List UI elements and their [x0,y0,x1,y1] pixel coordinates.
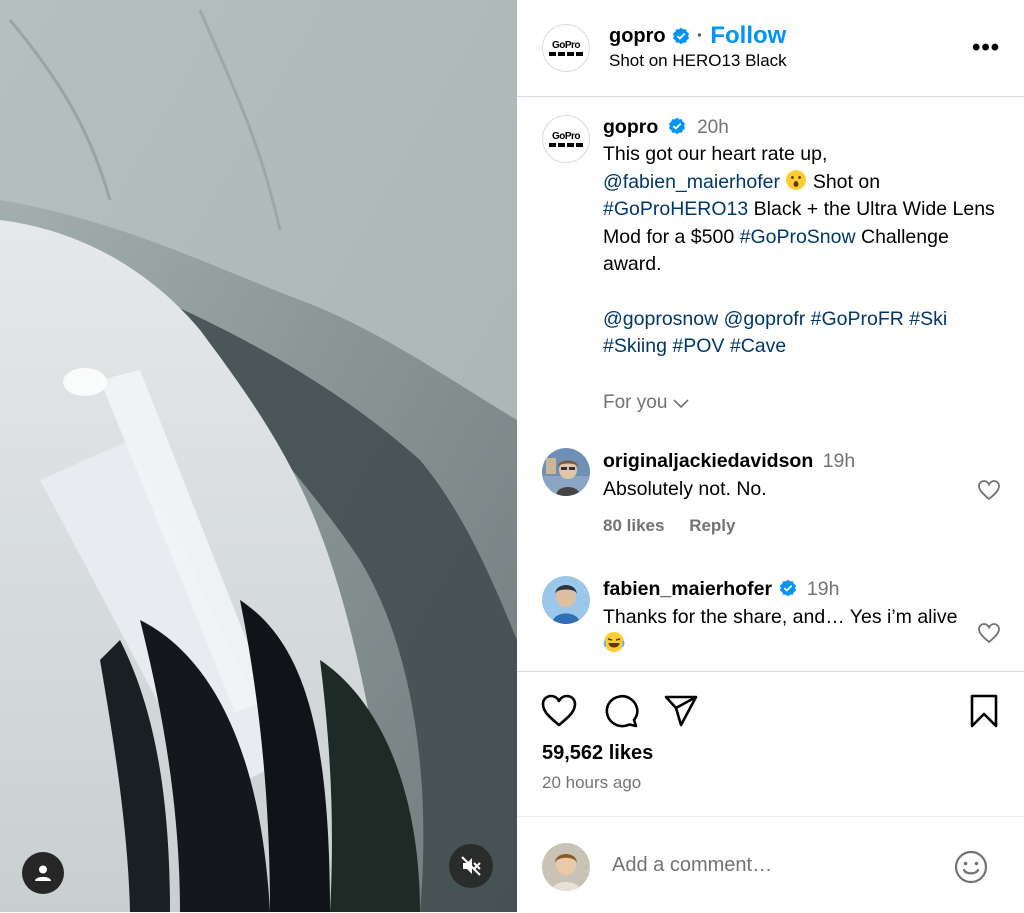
verified-badge-icon [672,27,689,45]
post-sidebar: GoPro gopro · Follow Shot on HERO13 Blac… [517,0,1024,912]
avatar-photo [542,843,590,891]
caption-text: This got our heart rate up, [603,143,828,166]
hashtag-link[interactable]: #GoProHERO13 [603,198,748,220]
like-count[interactable]: 59,562 likes [542,742,653,765]
avatar-photo [542,448,590,496]
hashtag-link[interactable]: #Cave [730,335,786,357]
comment-like-heart-icon[interactable] [977,479,1001,501]
post-header: GoPro gopro · Follow Shot on HERO13 Blac… [517,0,1024,97]
follow-button[interactable]: Follow [710,22,786,50]
hashtag-link[interactable]: #GoProSnow [740,226,856,248]
author-avatar[interactable]: GoPro [542,24,590,72]
chevron-down-icon [673,399,689,409]
user-icon [35,865,51,881]
caption-username[interactable]: gopro [603,116,658,138]
comment-text: Absolutely not. No. [603,477,767,500]
mention-link[interactable]: @goprosnow [603,308,718,330]
ice-cave-video-frame [0,0,517,912]
gopro-logo-bar [549,51,583,56]
comment-sort-label: For you [603,392,668,413]
hashtag-link[interactable]: #Ski [909,308,947,330]
comment-time[interactable]: 19h [807,578,840,600]
laughing-emoji-icon [603,632,625,652]
comment-likes[interactable]: 80 likes [603,516,664,535]
post-actions-divider [517,671,1024,672]
header-user-row: gopro · Follow [609,22,786,50]
caption-text: Shot on [812,170,881,193]
separator-dot: · [696,24,704,47]
gopro-logo: GoPro [551,39,581,51]
hashtag-link[interactable]: #GoProFR [811,308,904,330]
gopro-logo-bar [549,142,583,147]
post-media-video[interactable] [0,0,517,912]
like-heart-icon[interactable] [540,692,578,730]
author-username[interactable]: gopro [609,25,666,48]
hashtag-link[interactable]: #Skiing [603,335,667,357]
avatar-photo [542,576,590,624]
mute-icon [461,856,481,876]
comment-composer [517,816,1024,913]
mute-button[interactable] [449,844,493,888]
comment-text: Thanks for the share, and… Yes i’m alive [603,605,958,628]
comment-like-heart-icon[interactable] [977,622,1001,644]
add-comment-input[interactable] [610,853,944,878]
comment-body: originaljackiedavidson 19h Absolutely no… [603,448,963,503]
post-caption: gopro 20h This got our heart rate up, @f… [603,114,1003,361]
verified-badge-icon [780,579,797,597]
comment-time[interactable]: 19h [823,450,856,472]
smiley-icon[interactable] [953,849,989,885]
hashtag-link[interactable]: #POV [672,335,724,357]
caption-author-avatar[interactable]: GoPro [542,115,590,163]
commenter-username[interactable]: fabien_maierhofer [603,578,772,600]
mention-link[interactable]: @fabien_maierhofer [603,171,780,193]
bookmark-icon[interactable] [965,692,1003,730]
gopro-logo: GoPro [551,130,581,142]
more-icon: ••• [972,34,1001,61]
verified-badge-icon [668,117,685,135]
tagged-users-button[interactable] [22,852,64,894]
post-timestamp[interactable]: 20 hours ago [542,773,641,793]
share-icon[interactable] [662,692,700,730]
comment-meta: 80 likes Reply [603,516,755,536]
surprised-emoji-icon [786,169,807,190]
commenter-username[interactable]: originaljackiedavidson [603,450,813,472]
commenter-avatar[interactable] [542,576,590,624]
commenter-avatar[interactable] [542,448,590,496]
post-subtitle: Shot on HERO13 Black [609,51,787,70]
comment-body: fabien_maierhofer 19h Thanks for the sha… [603,576,963,659]
caption-time[interactable]: 20h [697,117,729,138]
more-options-button[interactable]: ••• [972,34,1000,62]
reply-button[interactable]: Reply [689,516,735,535]
comment-sort-dropdown[interactable]: For you [603,392,691,414]
mention-link[interactable]: @goprofr [724,308,806,330]
comment-icon[interactable] [603,692,641,730]
current-user-avatar[interactable] [542,843,590,891]
